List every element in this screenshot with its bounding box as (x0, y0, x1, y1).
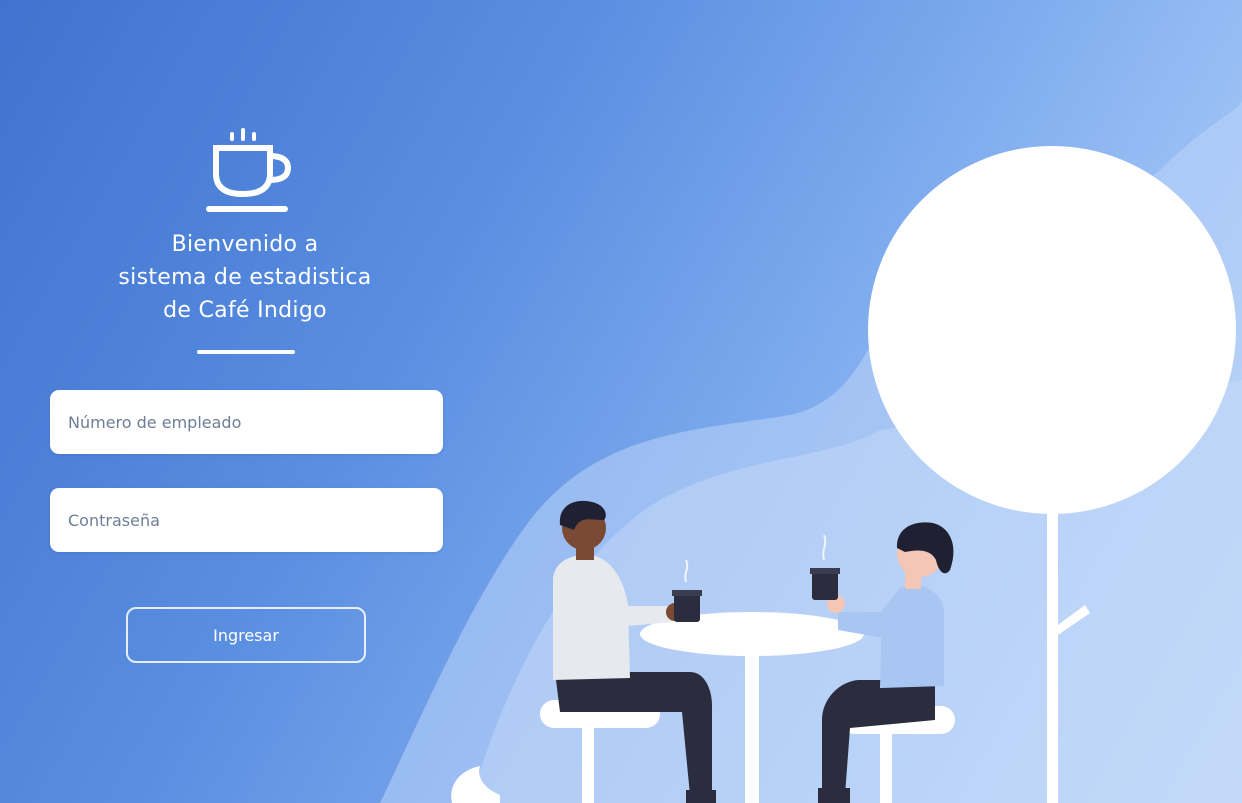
welcome-line-1: Bienvenido a (171, 232, 319, 257)
title-divider (197, 350, 295, 354)
login-button[interactable]: Ingresar (126, 607, 366, 663)
welcome-message: Bienvenido a sistema de estadistica de C… (40, 228, 450, 327)
password-input[interactable] (50, 488, 443, 552)
login-panel: Bienvenido a sistema de estadistica de C… (40, 120, 450, 680)
employee-number-input[interactable] (50, 390, 443, 454)
coffee-cup-icon (206, 128, 292, 212)
welcome-line-2: sistema de estadistica (118, 265, 372, 290)
welcome-line-3: de Café Indigo (163, 298, 327, 323)
